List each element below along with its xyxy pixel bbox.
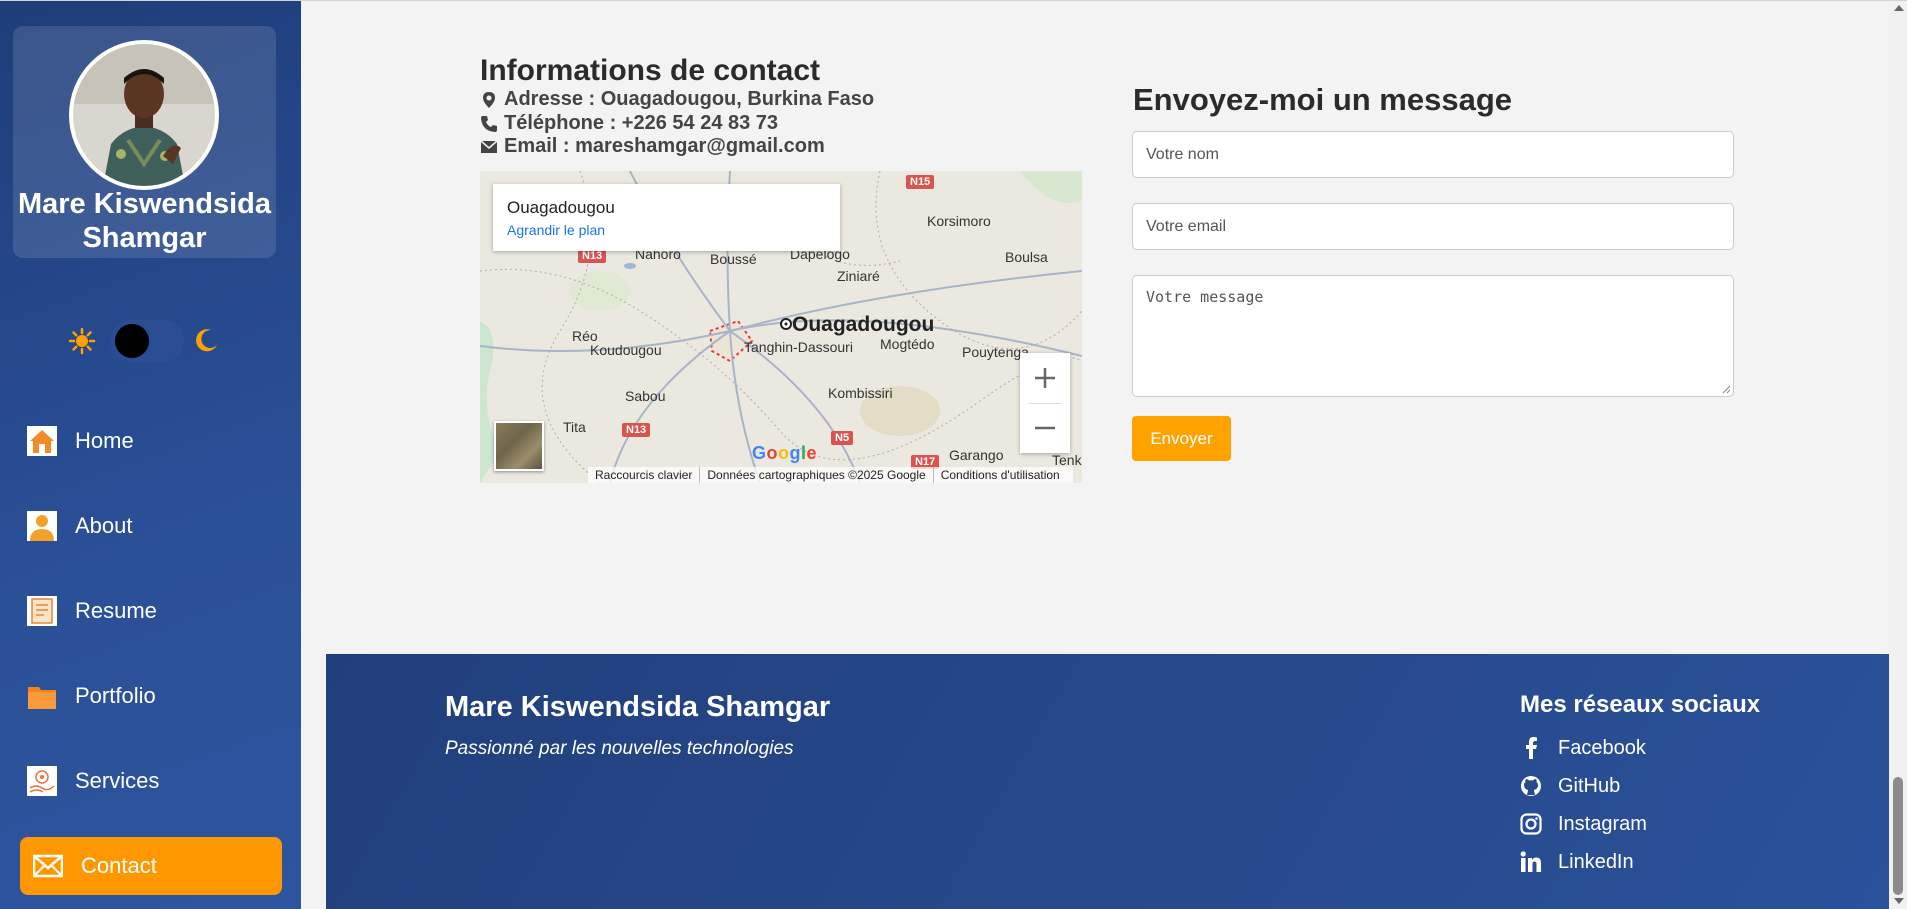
map-place-label: Tanghin-Dassouri — [744, 339, 853, 355]
road-badge: N5 — [831, 431, 854, 445]
map-place-label: Tenk — [1052, 452, 1082, 468]
social-github[interactable]: GitHub — [1520, 771, 1620, 801]
map-marker-icon — [483, 91, 495, 108]
social-facebook[interactable]: Facebook — [1520, 733, 1646, 763]
phone-icon — [481, 115, 497, 132]
social-linkedin[interactable]: LinkedIn — [1520, 847, 1634, 877]
theme-toggle[interactable] — [110, 320, 184, 362]
linkedin-icon — [1520, 851, 1541, 872]
address-text: Adresse : Ouagadougou, Burkina Faso — [504, 88, 875, 110]
zoom-in-button[interactable] — [1020, 353, 1070, 403]
profile-card: Mare Kiswendsida Shamgar — [13, 26, 276, 258]
google-map[interactable]: Nahoro Boussé Dapelogo Korsimoro Boulsa … — [480, 171, 1082, 483]
footer-tagline: Passionné par les nouvelles technologies — [445, 738, 794, 759]
zoom-out-button[interactable] — [1020, 403, 1070, 453]
email-line: Email : mareshamgar@gmail.com — [480, 135, 825, 158]
page-scrollbar[interactable] — [1889, 1, 1907, 909]
map-place-label: Koudougou — [590, 342, 662, 358]
map-place-label: Tita — [563, 419, 586, 435]
enlarge-map-link[interactable]: Agrandir le plan — [507, 222, 605, 238]
social-facebook-label: Facebook — [1558, 736, 1646, 759]
phone-text: Téléphone : +226 54 24 83 73 — [504, 112, 779, 134]
map-attribution: Raccourcis clavier Données cartographiqu… — [588, 467, 1073, 483]
road-badge: N13 — [622, 423, 651, 437]
message-form-title: Envoyez-moi un message — [1133, 82, 1513, 117]
avatar — [69, 40, 219, 190]
resize-handle-icon[interactable] — [1721, 384, 1731, 394]
map-place-label: Sabou — [625, 388, 666, 404]
map-place-label: Boussé — [710, 251, 757, 267]
home-icon — [27, 426, 57, 456]
nav-contact-label: Contact — [81, 853, 157, 878]
plus-icon — [1035, 368, 1055, 388]
nav-about[interactable]: About — [20, 497, 282, 555]
map-place-label: Korsimoro — [927, 213, 991, 229]
user-icon — [27, 511, 57, 541]
map-place-label: Kombissiri — [828, 385, 893, 401]
facebook-icon — [1526, 737, 1537, 759]
nav-home[interactable]: Home — [20, 412, 282, 470]
nav-about-label: About — [75, 513, 133, 538]
social-title: Mes réseaux sociaux — [1520, 691, 1761, 718]
road-badge: N13 — [578, 249, 607, 263]
footer: Mare Kiswendsida Shamgar Passionné par l… — [326, 654, 1889, 909]
send-button[interactable]: Envoyer — [1132, 416, 1231, 461]
name-input[interactable]: Votre nom — [1132, 131, 1734, 178]
document-icon — [27, 596, 57, 626]
google-logo: Google — [752, 443, 818, 463]
social-instagram-label: Instagram — [1558, 812, 1647, 835]
social-github-label: GitHub — [1558, 774, 1621, 797]
map-place-card: Ouagadougou Agrandir le plan — [493, 184, 840, 251]
map-data-text: Données cartographiques ©2025 Google — [700, 467, 934, 483]
minus-icon — [1035, 426, 1055, 430]
scroll-thumb[interactable] — [1893, 777, 1903, 895]
social-instagram[interactable]: Instagram — [1520, 809, 1647, 839]
nav-services[interactable]: Services — [20, 752, 282, 810]
map-place-label: Mogtédo — [880, 336, 935, 352]
services-icon — [27, 766, 57, 796]
github-icon — [1521, 776, 1541, 796]
message-textarea[interactable]: Votre message — [1132, 275, 1734, 397]
nav-contact[interactable]: Contact — [20, 837, 282, 895]
footer-name: Mare Kiswendsida Shamgar — [445, 691, 831, 723]
profile-name: Mare Kiswendsida Shamgar — [17, 188, 272, 254]
map-place-label: Ziniaré — [837, 268, 880, 284]
social-linkedin-label: LinkedIn — [1558, 850, 1634, 873]
profile-photo — [73, 44, 215, 186]
envelope-icon — [480, 139, 498, 153]
map-place-label: Pouytenga — [962, 344, 1029, 360]
sidebar: Mare Kiswendsida Shamgar Home About Resu… — [0, 1, 301, 909]
nav-resume-label: Resume — [75, 598, 157, 623]
road-badge: N15 — [906, 175, 935, 189]
email-input[interactable]: Votre email — [1132, 203, 1734, 250]
theme-switcher — [68, 318, 228, 362]
nav-portfolio-label: Portfolio — [75, 683, 156, 708]
message-placeholder: Votre message — [1146, 288, 1264, 306]
moon-icon — [196, 329, 217, 352]
map-zoom-controls — [1020, 353, 1070, 453]
instagram-icon — [1520, 813, 1542, 835]
satellite-toggle[interactable] — [494, 421, 544, 471]
folder-icon — [28, 687, 56, 709]
sun-icon — [68, 327, 96, 355]
envelope-icon — [33, 854, 63, 878]
nav-portfolio[interactable]: Portfolio — [20, 667, 282, 725]
keyboard-shortcuts-link[interactable]: Raccourcis clavier — [588, 467, 701, 483]
map-card-title: Ouagadougou — [507, 198, 615, 217]
toggle-knob — [115, 324, 149, 358]
contact-info-title: Informations de contact — [480, 54, 821, 87]
map-city-label: Ouagadougou — [792, 313, 935, 336]
nav-services-label: Services — [75, 768, 160, 793]
address-line: Adresse : Ouagadougou, Burkina Faso — [480, 88, 874, 111]
scroll-down-icon[interactable] — [1894, 898, 1904, 904]
phone-line: Téléphone : +226 54 24 83 73 — [480, 112, 778, 135]
map-place-label: Boulsa — [1005, 249, 1048, 265]
map-place-label: Garango — [949, 447, 1004, 463]
nav-home-label: Home — [75, 428, 134, 453]
nav-resume[interactable]: Resume — [20, 582, 282, 640]
email-text: Email : mareshamgar@gmail.com — [504, 135, 825, 157]
scroll-up-icon[interactable] — [1894, 5, 1904, 11]
terms-link[interactable]: Conditions d'utilisation — [934, 467, 1067, 483]
